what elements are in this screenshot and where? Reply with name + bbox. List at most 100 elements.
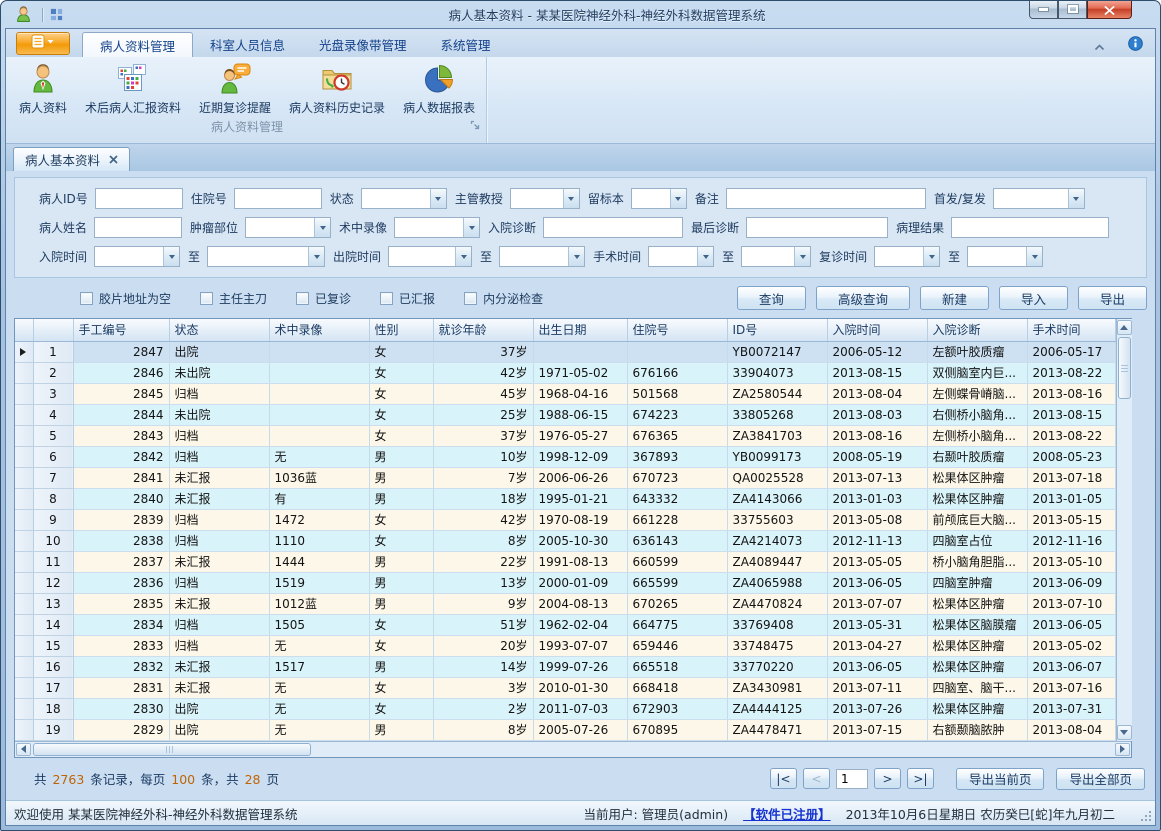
cell[interactable]: 2岁: [433, 698, 533, 719]
field-remark[interactable]: [726, 188, 926, 209]
cell[interactable]: 1991-08-13: [533, 551, 627, 572]
cell[interactable]: 664775: [627, 614, 727, 635]
field-admission-no[interactable]: [234, 188, 322, 209]
column-header[interactable]: 状态: [169, 319, 269, 341]
cell[interactable]: 42岁: [433, 362, 533, 383]
ribbon-tab[interactable]: 光盘录像带管理: [302, 32, 424, 57]
cell[interactable]: 2831: [73, 677, 169, 698]
cell[interactable]: 四脑室、脑干...: [927, 677, 1027, 698]
cell[interactable]: 2835: [73, 593, 169, 614]
dropdown-arrow-icon[interactable]: [1026, 247, 1042, 266]
vertical-scroll-thumb[interactable]: [1118, 337, 1131, 399]
cell[interactable]: 2013-05-31: [827, 614, 927, 635]
table-row[interactable]: 162832未汇报1517男14岁1999-07-266655183377022…: [15, 656, 1115, 677]
field-discharge-from[interactable]: [388, 246, 472, 267]
cell[interactable]: 676166: [627, 362, 727, 383]
field-status[interactable]: [361, 188, 447, 209]
cell[interactable]: 男: [369, 719, 433, 740]
cell[interactable]: ZA3430981: [727, 677, 827, 698]
ribbon-tab[interactable]: 病人资料管理: [82, 32, 193, 57]
cell[interactable]: 男: [369, 656, 433, 677]
cell[interactable]: 归档: [169, 614, 269, 635]
column-header[interactable]: ID号: [727, 319, 827, 341]
cell[interactable]: 左侧桥小脑角...: [927, 425, 1027, 446]
cell[interactable]: 20岁: [433, 635, 533, 656]
cell[interactable]: ZA4444125: [727, 698, 827, 719]
cell[interactable]: 672903: [627, 698, 727, 719]
table-row[interactable]: 92839归档1472女42岁1970-08-19661228337556032…: [15, 509, 1115, 530]
cell[interactable]: 665518: [627, 656, 727, 677]
table-row[interactable]: 62842归档无男10岁1998-12-09367893YB0099173200…: [15, 446, 1115, 467]
ribbon-button-postop-report[interactable]: 术后病人汇报资料: [76, 57, 190, 116]
scroll-right-button[interactable]: [1115, 743, 1130, 756]
cell[interactable]: 2836: [73, 572, 169, 593]
table-row[interactable]: 142834归档1505女51岁1962-02-0466477533769408…: [15, 614, 1115, 635]
collapse-ribbon-icon[interactable]: [1093, 36, 1106, 55]
cell[interactable]: 7岁: [433, 467, 533, 488]
field-admit-to[interactable]: [207, 246, 325, 267]
cell[interactable]: 无: [269, 635, 369, 656]
cell[interactable]: 女: [369, 341, 433, 362]
cell[interactable]: 2846: [73, 362, 169, 383]
column-header[interactable]: 性别: [369, 319, 433, 341]
cell[interactable]: 2839: [73, 509, 169, 530]
ribbon-button-data-report[interactable]: 病人数据报表: [394, 57, 484, 116]
scroll-up-button[interactable]: [1117, 320, 1132, 335]
cell[interactable]: 女: [369, 614, 433, 635]
cell[interactable]: 37岁: [433, 341, 533, 362]
cell[interactable]: 2844: [73, 404, 169, 425]
cell[interactable]: 1999-07-26: [533, 656, 627, 677]
dropdown-arrow-icon[interactable]: [563, 189, 579, 208]
dropdown-arrow-icon[interactable]: [697, 247, 713, 266]
cell[interactable]: 松果体区脑膜瘤: [927, 614, 1027, 635]
layout-icon[interactable]: [49, 7, 64, 22]
cell[interactable]: 33769408: [727, 614, 827, 635]
cell[interactable]: 2013-05-15: [1027, 509, 1115, 530]
cell[interactable]: 2000-01-09: [533, 572, 627, 593]
field-surgery-from[interactable]: [648, 246, 714, 267]
cell[interactable]: 松果体区肿瘤: [927, 698, 1027, 719]
table-row[interactable]: 12847出院女37岁YB00721472006-05-12左额叶胶质瘤2006…: [15, 341, 1115, 362]
cell[interactable]: 无: [269, 719, 369, 740]
resize-grip[interactable]: [1141, 811, 1151, 821]
cell[interactable]: 松果体区肿瘤: [927, 593, 1027, 614]
cell[interactable]: 男: [369, 593, 433, 614]
cell[interactable]: 3岁: [433, 677, 533, 698]
cell[interactable]: 1444: [269, 551, 369, 572]
table-row[interactable]: 72841未汇报1036蓝男7岁2006-06-26670723QA002552…: [15, 467, 1115, 488]
ribbon-tab[interactable]: 科室人员信息: [193, 32, 302, 57]
table-row[interactable]: 132835未汇报1012蓝男9岁2004-08-13670265ZA44708…: [15, 593, 1115, 614]
cell[interactable]: 女: [369, 509, 433, 530]
cell[interactable]: 2004-08-13: [533, 593, 627, 614]
cell[interactable]: 674223: [627, 404, 727, 425]
table-row[interactable]: 112837未汇报1444男22岁1991-08-13660599ZA40894…: [15, 551, 1115, 572]
cell[interactable]: 2013-05-08: [827, 509, 927, 530]
cell[interactable]: 无: [269, 698, 369, 719]
cell[interactable]: 1519: [269, 572, 369, 593]
cell[interactable]: 367893: [627, 446, 727, 467]
cell[interactable]: 2840: [73, 488, 169, 509]
field-patient-id[interactable]: [95, 188, 183, 209]
cell[interactable]: 归档: [169, 530, 269, 551]
cell[interactable]: 有: [269, 488, 369, 509]
cell[interactable]: 25岁: [433, 404, 533, 425]
table-row[interactable]: 52843归档女37岁1976-05-27676365ZA38417032013…: [15, 425, 1115, 446]
dropdown-arrow-icon[interactable]: [430, 189, 446, 208]
cell[interactable]: 男: [369, 572, 433, 593]
dropdown-arrow-icon[interactable]: [794, 247, 810, 266]
cell[interactable]: 松果体区肿瘤: [927, 656, 1027, 677]
table-row[interactable]: 152833归档无女20岁1993-07-0765944633748475201…: [15, 635, 1115, 656]
maximize-button[interactable]: [1058, 0, 1087, 19]
dropdown-arrow-icon[interactable]: [163, 247, 179, 266]
cell[interactable]: [269, 341, 369, 362]
cell[interactable]: 2837: [73, 551, 169, 572]
cell[interactable]: 归档: [169, 635, 269, 656]
cell[interactable]: 670265: [627, 593, 727, 614]
field-patient-name[interactable]: [94, 217, 182, 238]
ribbon-button-revisit-reminder[interactable]: 近期复诊提醒: [190, 57, 280, 116]
cell[interactable]: 1971-05-02: [533, 362, 627, 383]
cell[interactable]: 676365: [627, 425, 727, 446]
cell[interactable]: 归档: [169, 425, 269, 446]
field-tumor-site[interactable]: [245, 217, 331, 238]
cell[interactable]: 归档: [169, 383, 269, 404]
